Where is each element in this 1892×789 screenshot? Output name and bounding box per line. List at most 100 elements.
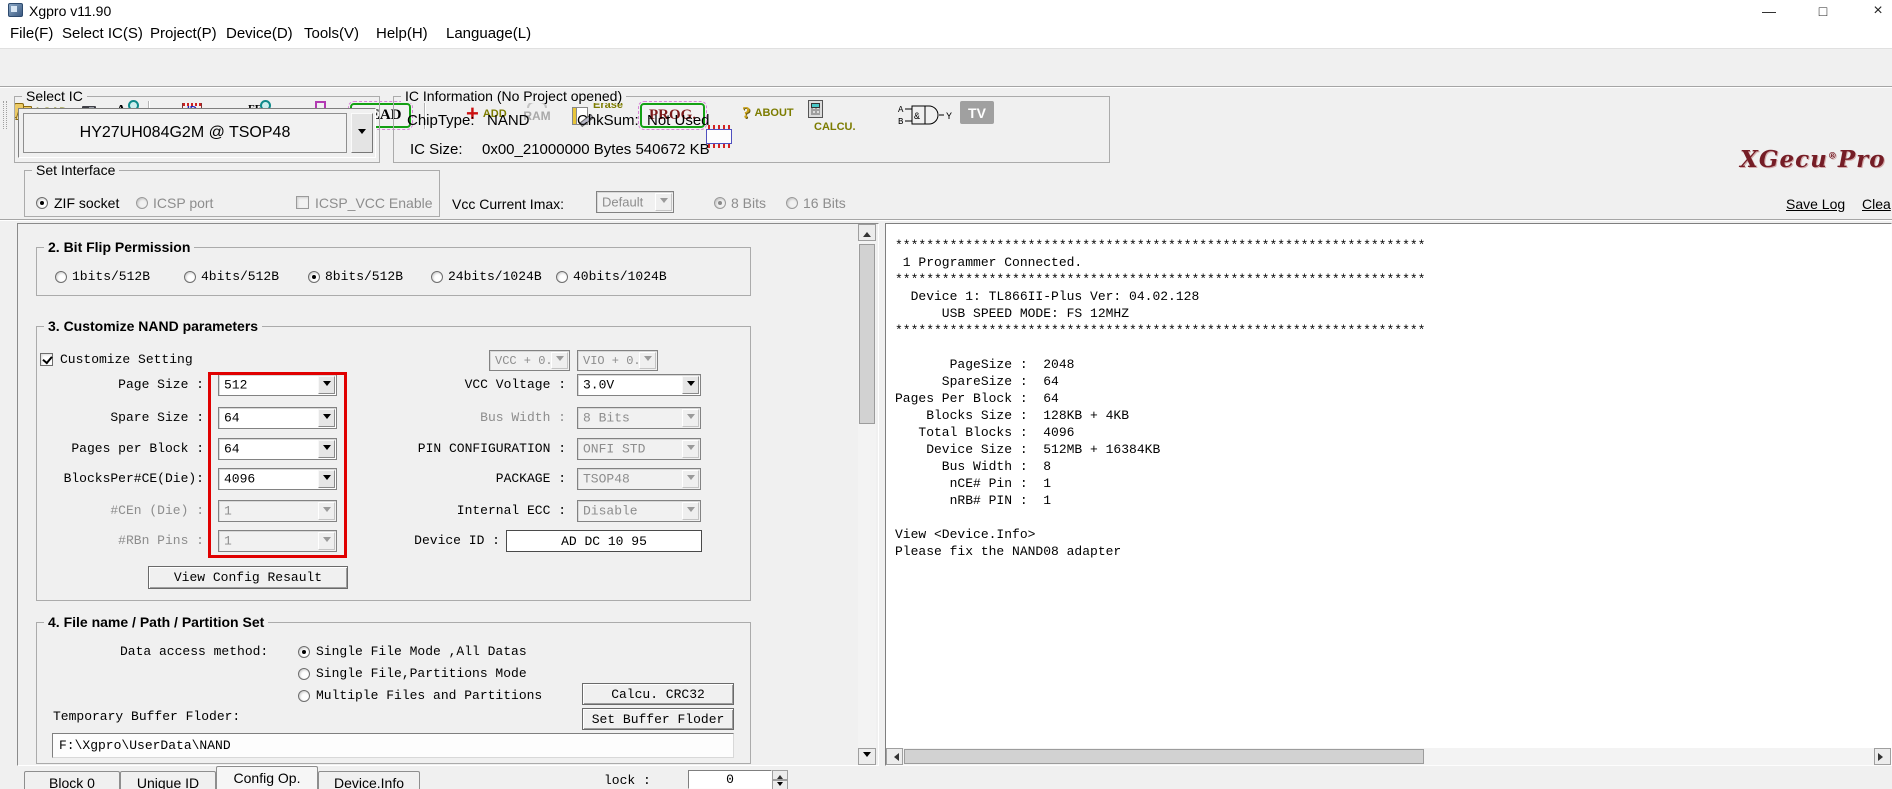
- menu-device[interactable]: Device(D): [226, 25, 293, 42]
- menu-help[interactable]: Help(H): [376, 25, 428, 42]
- zif-socket-label[interactable]: ZIF socket: [54, 195, 119, 211]
- internal-ecc-dropdown-button[interactable]: [682, 502, 699, 520]
- vcc-imax-dropdown-button[interactable]: [655, 193, 672, 211]
- menu-file[interactable]: File(F): [10, 25, 53, 42]
- vcc-offset-dropdown-button[interactable]: [551, 352, 568, 369]
- vio-offset-dropdown-button[interactable]: [639, 352, 656, 369]
- maximize-button[interactable]: □: [1800, 0, 1846, 21]
- page-size-label: Page Size :: [118, 377, 204, 392]
- select-ic-dropdown-button[interactable]: [351, 113, 373, 153]
- multiple-files-label[interactable]: Multiple Files and Partitions: [316, 688, 542, 704]
- vcc-voltage-combo[interactable]: 3.0V: [577, 374, 701, 396]
- minimize-button[interactable]: —: [1746, 0, 1792, 21]
- package-combo[interactable]: TSOP48: [577, 468, 701, 490]
- blocks-per-ce-dropdown-button[interactable]: [318, 470, 335, 488]
- bits8-radio[interactable]: [714, 197, 726, 209]
- bitflip-4bits-radio[interactable]: [184, 271, 196, 283]
- package-dropdown-button[interactable]: [682, 470, 699, 488]
- calc-crc32-button[interactable]: Calcu. CRC32: [582, 683, 734, 705]
- tab-config-op[interactable]: Config Op.: [216, 766, 318, 789]
- internal-ecc-combo[interactable]: Disable: [577, 500, 701, 522]
- bits8-label[interactable]: 8 Bits: [731, 195, 766, 211]
- pin-configuration-combo[interactable]: ONFI STD: [577, 438, 701, 460]
- selected-ic-value[interactable]: HY27UH084G2M @ TSOP48: [23, 113, 347, 153]
- blocks-per-ce-combo[interactable]: 4096: [218, 468, 337, 490]
- config-panel-scrollbar[interactable]: [858, 224, 876, 765]
- bitflip-24bits-radio[interactable]: [431, 271, 443, 283]
- save-log-link[interactable]: Save Log: [1786, 196, 1845, 212]
- spinner-up-button[interactable]: [772, 770, 788, 780]
- menu-project[interactable]: Project(P): [150, 25, 217, 42]
- page-size-combo[interactable]: 512: [218, 374, 337, 396]
- bitflip-24bits-label[interactable]: 24bits/1024B: [448, 269, 542, 285]
- rbn-pins-dropdown-button[interactable]: [318, 532, 335, 550]
- zif-socket-radio[interactable]: [36, 197, 48, 209]
- menu-language[interactable]: Language(L): [446, 25, 531, 42]
- tab-device-info[interactable]: Device.Info: [318, 771, 420, 789]
- bitflip-40bits-label[interactable]: 40bits/1024B: [573, 269, 667, 285]
- bus-width-dropdown-button[interactable]: [682, 409, 699, 427]
- select-ic-combobox[interactable]: HY27UH084G2M @ TSOP48: [18, 108, 376, 158]
- scrollbar-thumb[interactable]: [859, 244, 875, 424]
- internal-ecc-value: Disable: [583, 503, 638, 519]
- single-file-all-radio[interactable]: [298, 646, 310, 658]
- bus-width-value: 8 Bits: [583, 410, 630, 426]
- single-file-partitions-radio[interactable]: [298, 668, 310, 680]
- single-file-partitions-label[interactable]: Single File,Partitions Mode: [316, 666, 527, 682]
- toolbar-grip[interactable]: [3, 101, 7, 129]
- page-size-dropdown-button[interactable]: [318, 376, 335, 394]
- bus-width-combo[interactable]: 8 Bits: [577, 407, 701, 429]
- pin-configuration-dropdown-button[interactable]: [682, 440, 699, 458]
- vcc-offset-combo[interactable]: VCC + 0.0V: [489, 350, 570, 371]
- spinner-down-button[interactable]: [772, 780, 788, 789]
- scroll-right-button[interactable]: [1874, 748, 1891, 765]
- icsp-port-radio[interactable]: [136, 197, 148, 209]
- menu-select-ic[interactable]: Select IC(S): [62, 25, 143, 42]
- vio-offset-combo[interactable]: VIO + 0.0V: [577, 350, 658, 371]
- set-buffer-folder-button[interactable]: Set Buffer Floder: [582, 708, 734, 730]
- close-button[interactable]: ×: [1855, 0, 1892, 21]
- scrollbar-thumb[interactable]: [904, 749, 1424, 764]
- customize-setting-label[interactable]: Customize Setting: [60, 352, 193, 368]
- cen-die-dropdown-button[interactable]: [318, 502, 335, 520]
- icsp-vcc-checkbox[interactable]: [296, 196, 309, 209]
- vcc-voltage-dropdown-button[interactable]: [682, 376, 699, 394]
- pages-per-block-combo[interactable]: 64: [218, 438, 337, 460]
- block-spinner-field[interactable]: 0: [688, 770, 772, 789]
- bits16-label[interactable]: 16 Bits: [803, 195, 846, 211]
- vcc-imax-combo[interactable]: Default: [596, 191, 674, 213]
- customize-setting-checkbox[interactable]: [40, 353, 53, 366]
- rbn-pins-combo[interactable]: 1: [218, 530, 337, 552]
- bitflip-1bits-label[interactable]: 1bits/512B: [72, 269, 150, 285]
- bitflip-8bits-radio[interactable]: [308, 271, 320, 283]
- scroll-left-button[interactable]: [886, 748, 903, 765]
- icsp-vcc-label[interactable]: ICSP_VCC Enable: [315, 195, 433, 211]
- bits16-radio[interactable]: [786, 197, 798, 209]
- spare-size-combo[interactable]: 64: [218, 407, 337, 429]
- bitflip-40bits-radio[interactable]: [556, 271, 568, 283]
- scroll-down-button[interactable]: [858, 748, 876, 765]
- data-access-method-label: Data access method:: [120, 644, 269, 659]
- multiple-files-radio[interactable]: [298, 690, 310, 702]
- view-config-result-button[interactable]: View Config Resault: [148, 566, 348, 589]
- bitflip-8bits-label[interactable]: 8bits/512B: [325, 269, 403, 285]
- maximize-icon: □: [1818, 2, 1828, 19]
- bitflip-4bits-label[interactable]: 4bits/512B: [201, 269, 279, 285]
- bitflip-1bits-radio[interactable]: [55, 271, 67, 283]
- scroll-up-button[interactable]: [858, 224, 876, 241]
- cen-die-combo[interactable]: 1: [218, 500, 337, 522]
- log-hscrollbar[interactable]: [886, 748, 1891, 765]
- menu-tools[interactable]: Tools(V): [304, 25, 359, 42]
- tab-unique-id[interactable]: Unique ID: [120, 771, 216, 789]
- tab-block0[interactable]: Block 0: [24, 771, 120, 789]
- icsp-port-label[interactable]: ICSP port: [153, 195, 213, 211]
- pages-per-block-dropdown-button[interactable]: [318, 440, 335, 458]
- log-panel[interactable]: ****************************************…: [885, 223, 1892, 766]
- device-id-field[interactable]: AD DC 10 95: [506, 530, 702, 552]
- spare-size-dropdown-button[interactable]: [318, 409, 335, 427]
- temp-buffer-folder-input[interactable]: F:\Xgpro\UserData\NAND: [52, 733, 734, 758]
- chevron-down-icon: [686, 413, 695, 423]
- clear-log-link[interactable]: Clea: [1862, 196, 1891, 212]
- single-file-all-label[interactable]: Single File Mode ,All Datas: [316, 644, 527, 660]
